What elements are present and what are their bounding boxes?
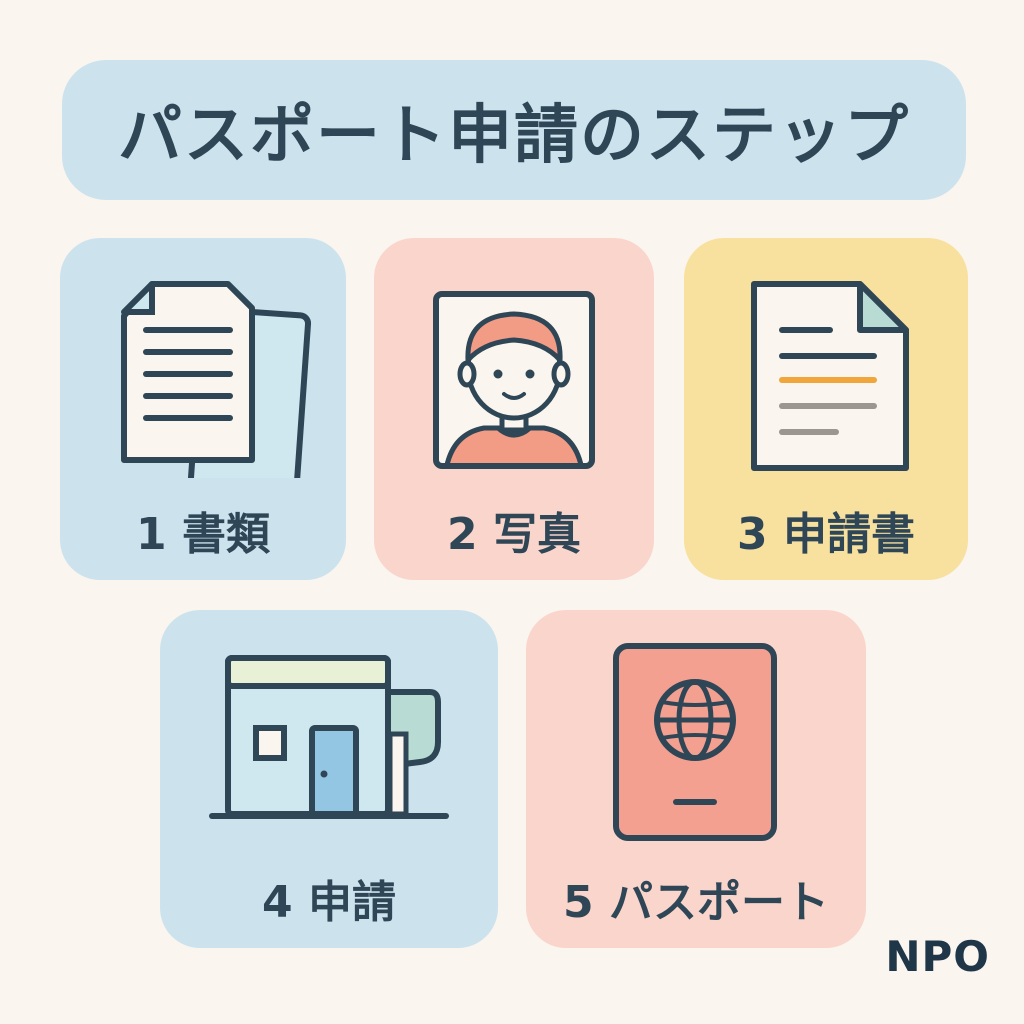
passport-icon: [613, 643, 777, 841]
step-card-application-form: 3 申請書: [684, 238, 968, 580]
step-label-5: 5 パスポート: [563, 877, 829, 928]
step-label-4: 4 申請: [262, 877, 396, 928]
step-label-2: 2 写真: [447, 509, 581, 560]
step-card-photo: 2 写真: [374, 238, 654, 580]
step-card-documents: 1 書類: [60, 238, 346, 580]
step-card-passport: 5 パスポート: [526, 610, 866, 948]
title-banner: パスポート申請のステップ: [62, 60, 966, 200]
documents-icon: [121, 281, 312, 478]
photo-portrait-icon: [433, 291, 595, 469]
office-building-icon: [209, 655, 449, 819]
application-form-icon: [751, 281, 909, 471]
page-title: パスポート申請のステップ: [118, 99, 910, 173]
step-card-apply: 4 申請: [160, 610, 498, 948]
organization-logo: NPO: [885, 932, 990, 981]
step-label-3: 3 申請書: [737, 509, 915, 560]
step-label-1: 1 書類: [136, 509, 270, 560]
